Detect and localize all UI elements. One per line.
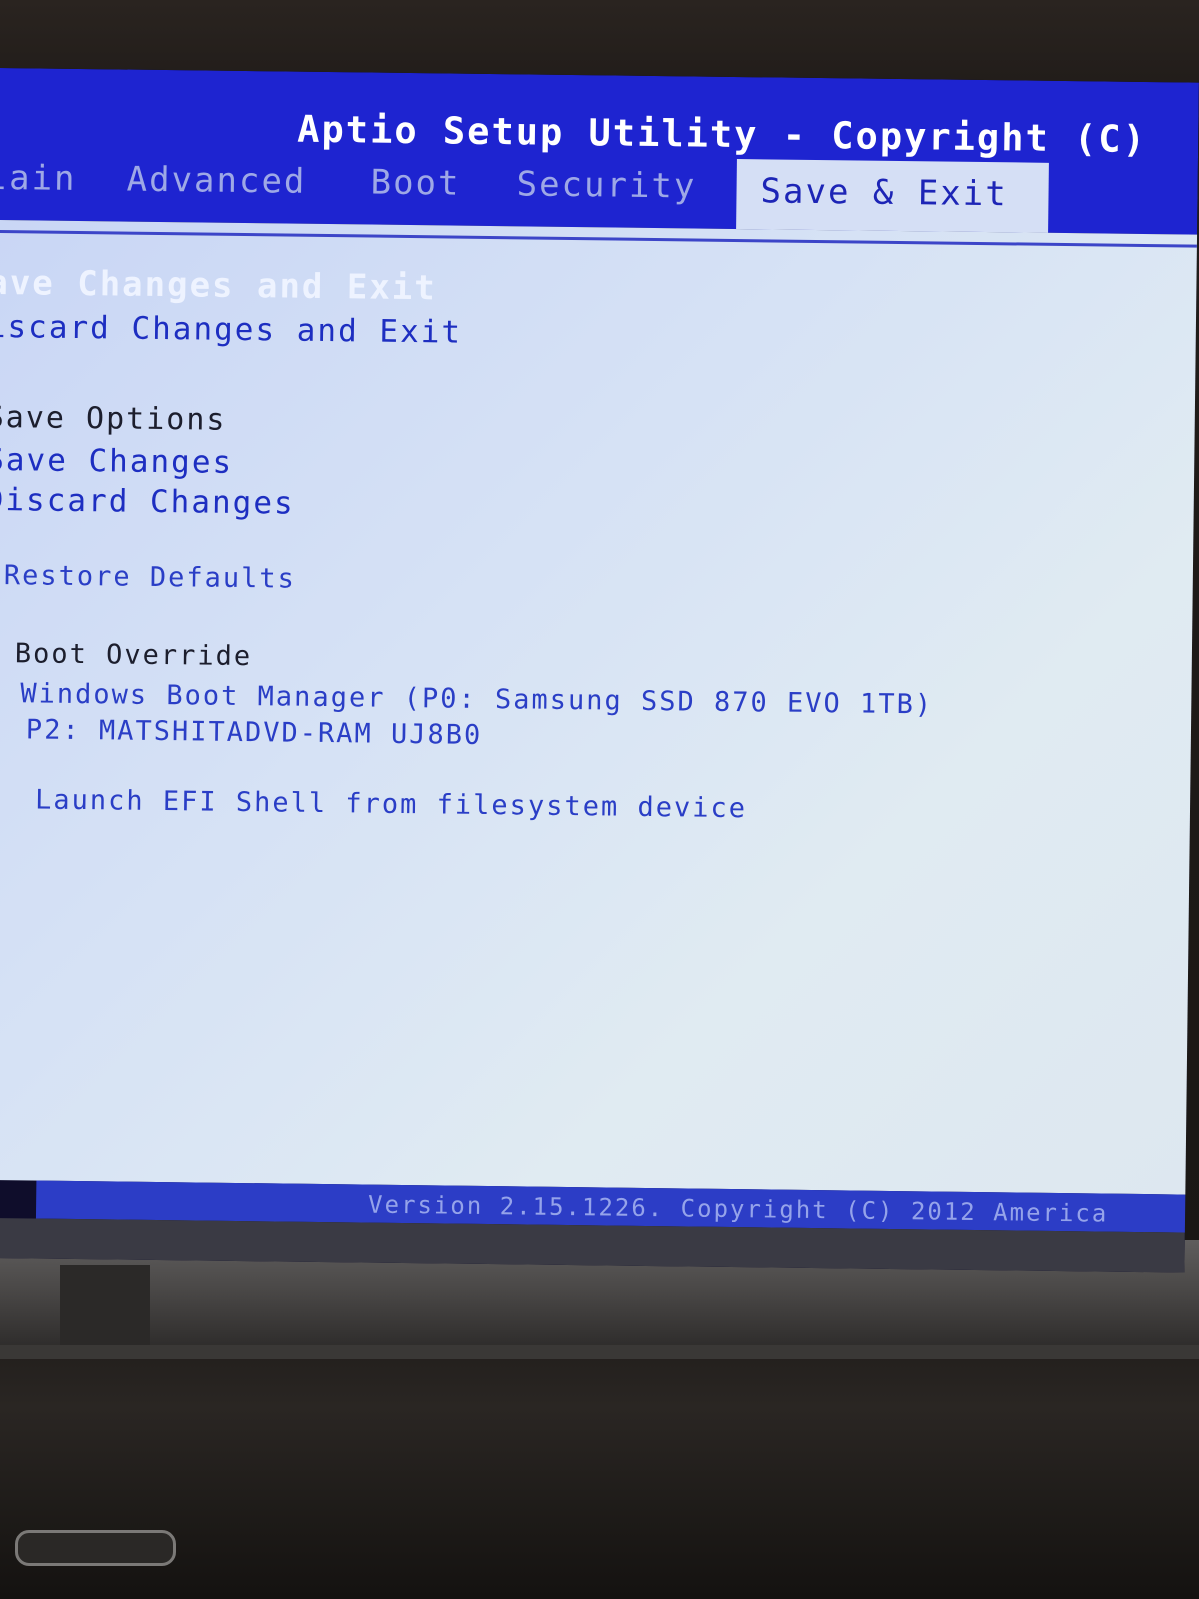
bios-screen: Aptio Setup Utility - Copyright (C) lain… (0, 68, 1199, 1273)
panel-divider (0, 229, 1199, 248)
tab-boot[interactable]: Boot (370, 163, 460, 204)
menu-save-changes-and-exit[interactable]: ave Changes and Exit (0, 263, 437, 308)
touchpad-button (15, 1530, 176, 1566)
save-options-heading: Save Options (0, 399, 227, 438)
tab-main[interactable]: lain (0, 158, 77, 199)
main-panel: ave Changes and Exit iscard Changes and … (0, 219, 1199, 1195)
boot-device-windows[interactable]: Windows Boot Manager (P0: Samsung SSD 87… (20, 678, 933, 720)
version-text: Version 2.15.1226. Copyright (C) 2012 Am… (367, 1190, 1109, 1228)
menu-launch-efi-shell[interactable]: Launch EFI Shell from filesystem device (35, 784, 747, 824)
tab-advanced[interactable]: Advanced (126, 160, 306, 202)
boot-device-dvd[interactable]: P2: MATSHITADVD-RAM UJ8B0 (26, 714, 483, 751)
menu-restore-defaults[interactable]: Restore Defaults (4, 560, 296, 595)
menu-discard-changes[interactable]: Discard Changes (0, 482, 295, 522)
menu-discard-changes-and-exit[interactable]: iscard Changes and Exit (0, 309, 462, 351)
tab-save-exit[interactable]: Save & Exit (736, 159, 1049, 233)
boot-override-heading: Boot Override (14, 638, 253, 673)
menu-save-changes[interactable]: Save Changes (0, 442, 233, 481)
window-title: Aptio Setup Utility - Copyright (C) (297, 107, 1148, 162)
hinge-lip (0, 1345, 1199, 1359)
tab-security[interactable]: Security (516, 164, 696, 206)
bios-header: Aptio Setup Utility - Copyright (C) lain… (0, 68, 1199, 235)
bezel-notch (60, 1265, 150, 1345)
